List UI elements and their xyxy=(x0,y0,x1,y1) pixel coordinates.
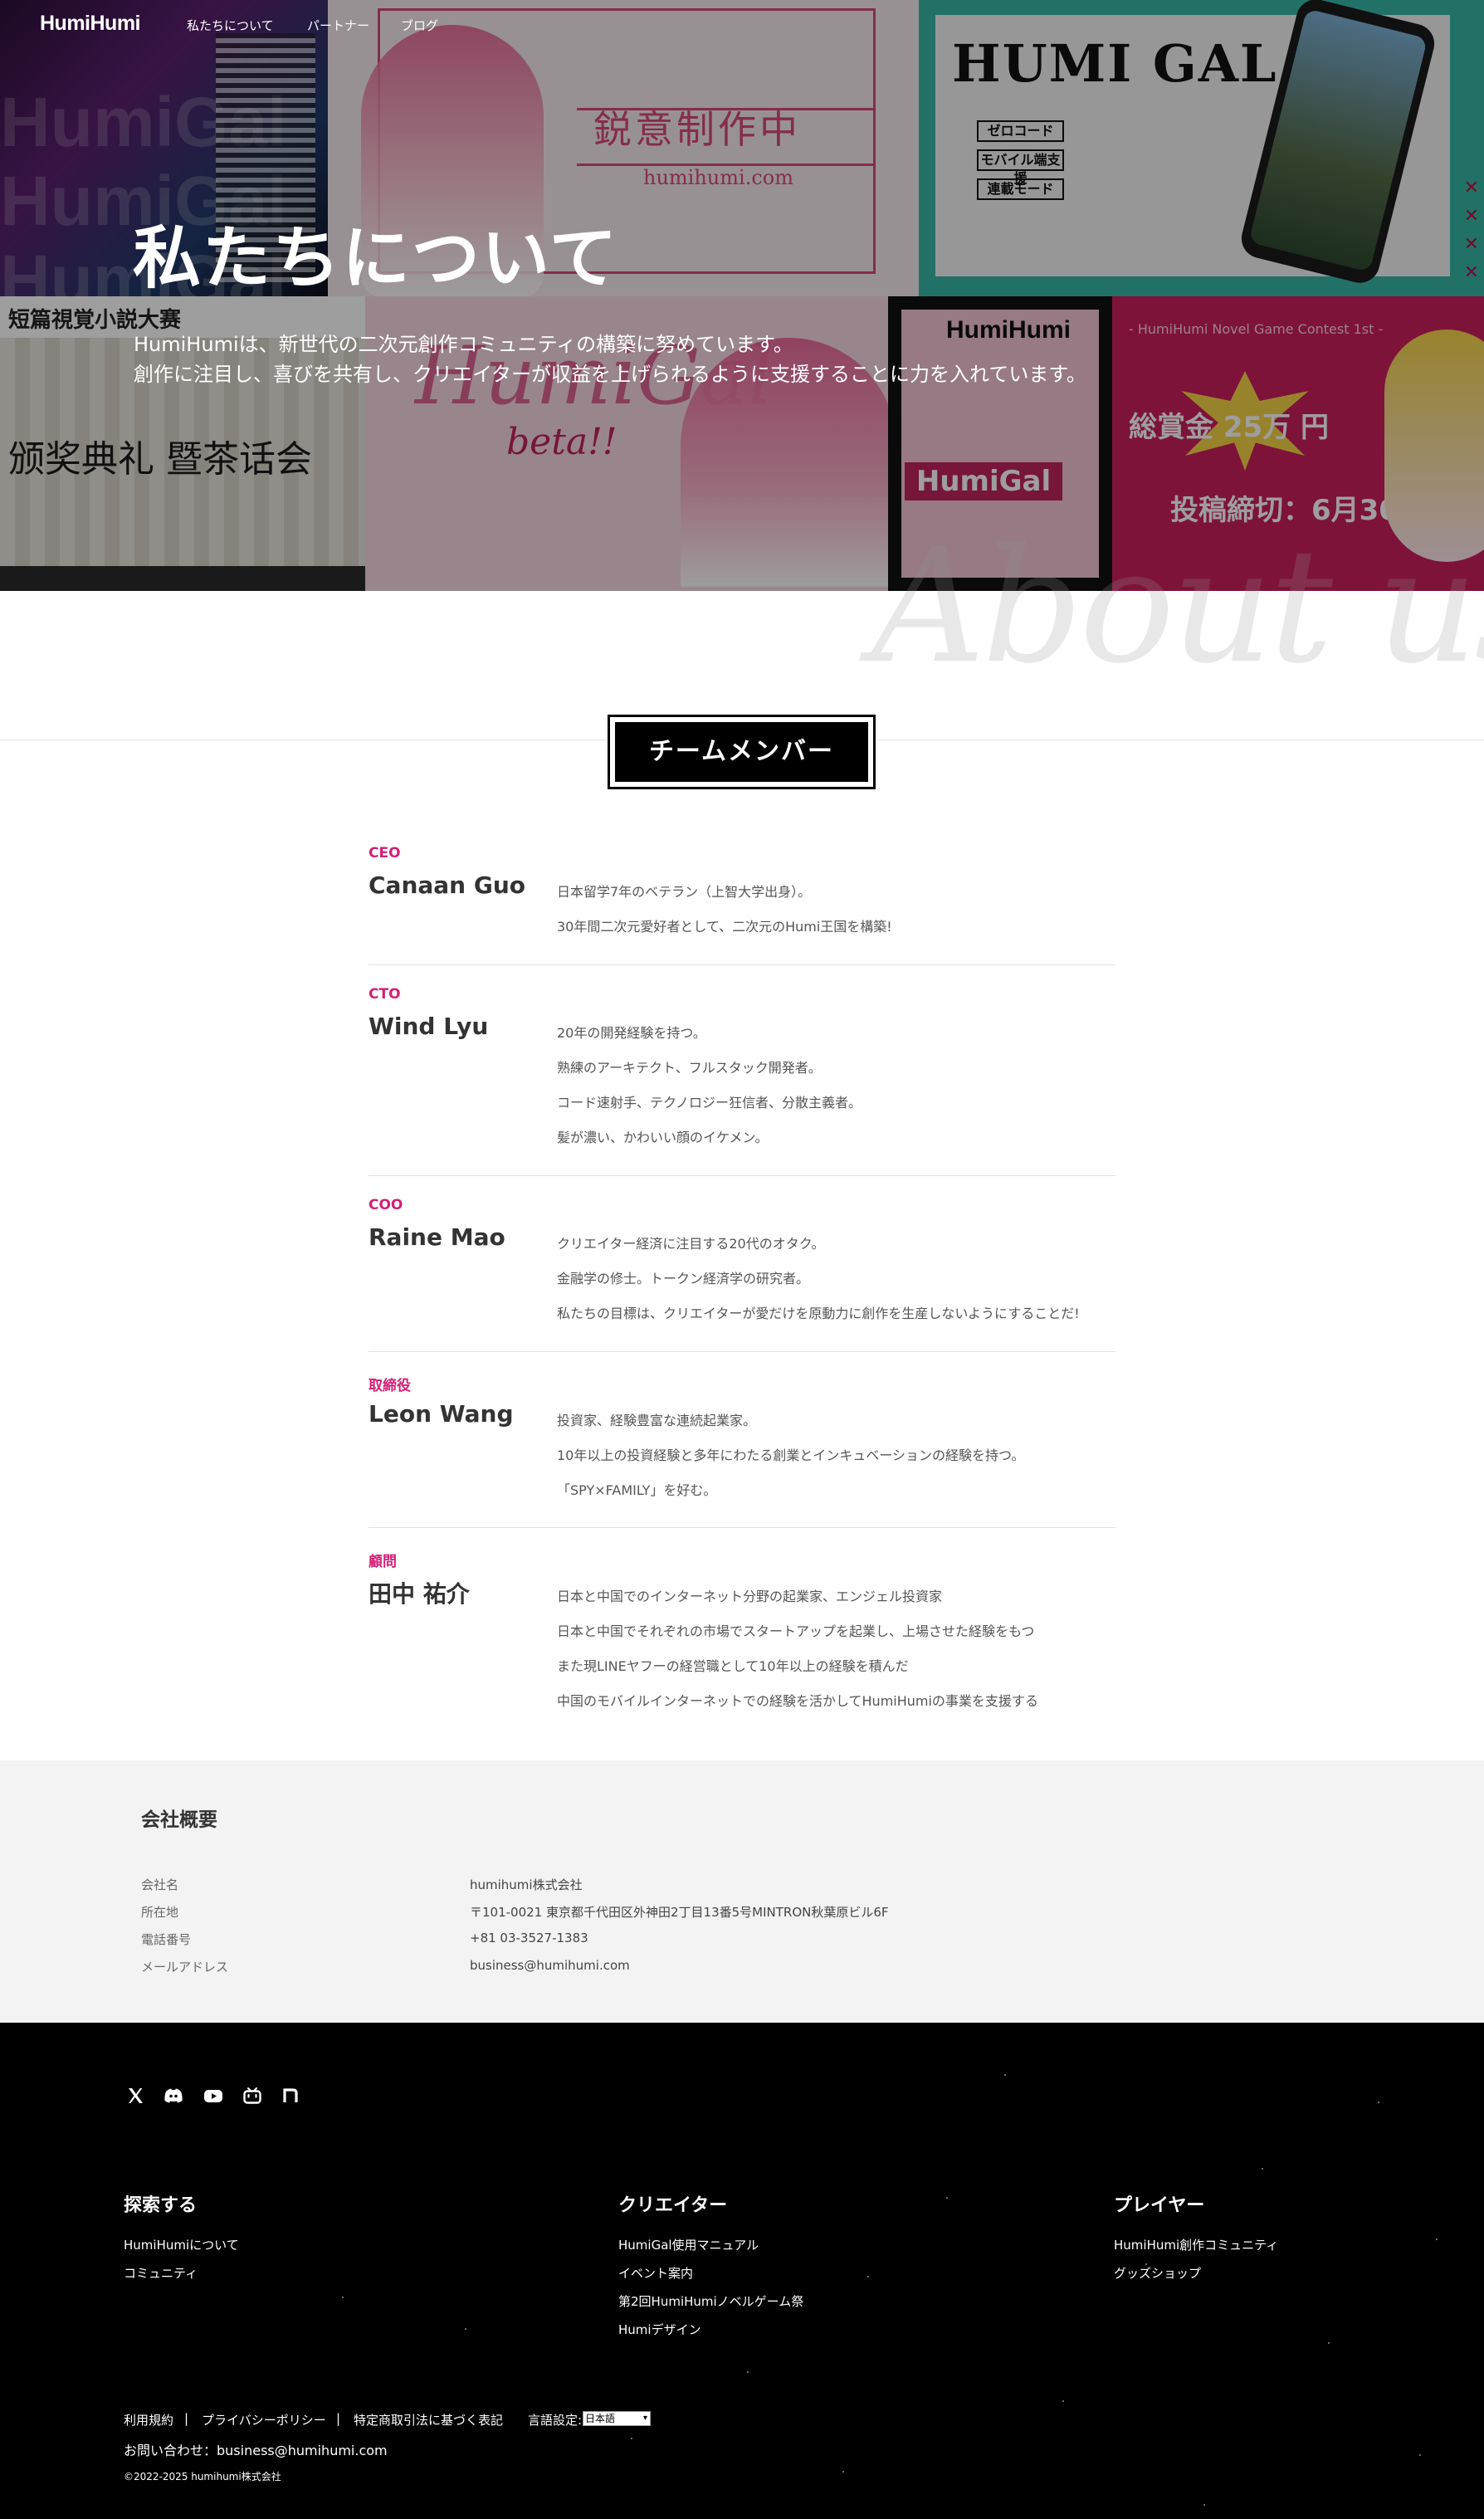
note-icon[interactable] xyxy=(279,2084,302,2107)
member-name: 田中 祐介 xyxy=(369,1580,470,1608)
legal-separator: | xyxy=(336,2411,341,2426)
chevron-down-icon: ▾ xyxy=(642,2414,647,2423)
member-desc-line: 日本留学7年のベテラン（上智大学出身）。 xyxy=(557,884,812,900)
member-desc-line: 日本と中国でそれぞれの市場でスタートアップを起業し、上場させた経験をもつ xyxy=(557,1623,1035,1639)
company-overview: 会社概要 会社名 humihumi株式会社 所在地 〒101-0021 東京都千… xyxy=(0,1760,1484,2023)
footer-link[interactable]: HumiGal使用マニュアル xyxy=(618,2236,759,2253)
member-desc-line: 中国のモバイルインターネットでの経験を活かしてHumiHumiの事業を支援する xyxy=(557,1693,1038,1709)
member-divider xyxy=(369,964,1115,965)
company-value: business@humihumi.com xyxy=(470,1958,630,1973)
member-role: 取締役 xyxy=(369,1378,411,1394)
member-role: CTO xyxy=(369,986,401,1003)
copyright-text: ©2022-2025 humihumi株式会社 xyxy=(124,2471,281,2482)
member-desc-line: また現LINEヤフーの経営職として10年以上の経験を積んだ xyxy=(557,1658,909,1674)
company-label: メールアドレス xyxy=(141,1960,229,1975)
nav-link-blog[interactable]: ブログ xyxy=(401,17,438,34)
footer-link[interactable]: イベント案内 xyxy=(618,2264,693,2282)
member-role: CEO xyxy=(369,845,401,862)
top-nav: HumiHumi 私たちについて パートナー ブログ xyxy=(0,0,1484,50)
terms-link[interactable]: 利用規約 xyxy=(124,2411,173,2429)
member-divider xyxy=(369,1351,1115,1352)
footer-link[interactable]: コミュニティ xyxy=(124,2264,198,2282)
member-desc-line: 30年間二次元愛好者として、二次元のHumi王国を構築! xyxy=(557,919,892,935)
language-label: 言語設定: xyxy=(528,2413,583,2428)
company-value: 〒101-0021 東京都千代田区外神田2丁目13番5号MINTRON秋葉原ビル… xyxy=(470,1905,889,1920)
footer-link[interactable]: 第2回HumiHumiノベルゲーム祭 xyxy=(618,2292,803,2310)
member-desc-line: 20年の開発経験を持つ。 xyxy=(557,1025,706,1041)
hero-banner: HumiGal HumiGal HumiGal 鋭意制作中 humihumi.com… xyxy=(0,0,1484,591)
member-role: 顧問 xyxy=(369,1554,397,1570)
member-desc-line: 日本と中国でのインターネット分野の起業家、エンジェル投資家 xyxy=(557,1589,943,1604)
member-name: Canaan Guo xyxy=(369,871,525,899)
company-value: humihumi株式会社 xyxy=(470,1877,583,1892)
privacy-link[interactable]: プライバシーポリシー xyxy=(202,2411,326,2429)
page-title: 私たちについて xyxy=(133,219,619,298)
footer-col-title-player: プレイヤー xyxy=(1114,2195,1205,2216)
company-label: 会社名 xyxy=(141,1877,179,1892)
nav-link-about[interactable]: 私たちについて xyxy=(187,17,274,34)
member-desc-line: 金融学の修士。トークン経済学の研究者。 xyxy=(557,1271,810,1286)
about-us-watermark: About us xyxy=(871,515,1484,698)
footer-link[interactable]: HumiHumiについて xyxy=(124,2236,239,2253)
member-desc-line: クリエイター経済に注目する20代のオタク。 xyxy=(557,1236,825,1252)
youtube-icon[interactable] xyxy=(202,2084,225,2107)
site-footer: 探索する HumiHumiについて コミュニティ クリエイター HumiGal使… xyxy=(0,2023,1484,2519)
member-desc-line: 私たちの目標は、クリエイターが愛だけを原動力に創作を生産しないようにすることだ! xyxy=(557,1306,1080,1321)
footer-link[interactable]: グッズショップ xyxy=(1114,2264,1201,2282)
company-title: 会社概要 xyxy=(141,1809,217,1831)
member-desc-line: 「SPY×FAMILY」を好む。 xyxy=(557,1482,717,1498)
member-divider xyxy=(369,1175,1115,1176)
footer-col-title-creator: クリエイター xyxy=(618,2195,728,2216)
hero-intro-line: HumiHumiは、新世代の二次元創作コミュニティの構築に努めています。 xyxy=(134,333,793,356)
footer-link[interactable]: HumiHumi創作コミュニティ xyxy=(1114,2236,1278,2253)
site-logo[interactable]: HumiHumi xyxy=(40,12,141,36)
footer-col-title-explore: 探索する xyxy=(124,2195,198,2216)
member-role: COO xyxy=(369,1197,403,1213)
x-icon[interactable] xyxy=(124,2084,147,2107)
nav-link-partner[interactable]: パートナー xyxy=(307,17,369,34)
commerce-law-link[interactable]: 特定商取引法に基づく表記 xyxy=(354,2411,503,2429)
member-divider xyxy=(369,1527,1115,1528)
company-label: 所在地 xyxy=(141,1905,179,1920)
company-label: 電話番号 xyxy=(141,1932,192,1947)
discord-icon[interactable] xyxy=(162,2084,185,2107)
footer-link[interactable]: Humiデザイン xyxy=(618,2321,701,2338)
member-name: Raine Mao xyxy=(369,1223,505,1251)
member-desc-line: 10年以上の投資経験と多年にわたる創業とインキュベーションの経験を持つ。 xyxy=(557,1447,1025,1463)
hero-intro-line: 創作に注目し、喜びを共有し、クリエイターが収益を上げられるように支援することに力… xyxy=(134,363,1086,386)
team-members-heading: チームメンバー xyxy=(608,715,876,789)
member-desc-line: 髪が濃い、かわいい顔のイケメン。 xyxy=(557,1130,769,1145)
bilibili-icon[interactable] xyxy=(241,2084,264,2107)
member-desc-line: 投資家、経験豊富な連続起業家。 xyxy=(557,1413,757,1428)
member-desc-line: 熟練のアーキテクト、フルスタック開発者。 xyxy=(557,1060,822,1076)
footer-contact[interactable]: お問い合わせ：business@humihumi.com xyxy=(124,2439,388,2459)
member-desc-line: コード速射手、テクノロジー狂信者、分散主義者。 xyxy=(557,1095,862,1111)
company-value: +81 03-3527-1383 xyxy=(470,1931,588,1945)
language-select[interactable]: 日本語 ▾ xyxy=(583,2411,651,2426)
member-name: Leon Wang xyxy=(369,1400,514,1428)
legal-separator: | xyxy=(184,2411,189,2426)
member-name: Wind Lyu xyxy=(369,1013,489,1040)
